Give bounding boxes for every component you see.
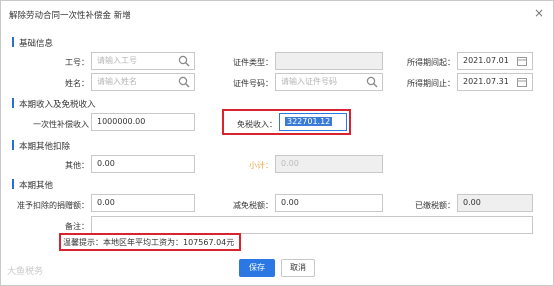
other-deduct-label: 其他： <box>65 161 89 170</box>
id-no-label: 证件号码： <box>233 79 273 88</box>
name-label: 姓名： <box>65 79 89 88</box>
average-wage-tip: 温馨提示：本地区年平均工资为：107567.04元 <box>63 238 235 247</box>
close-icon[interactable]: × <box>533 7 545 19</box>
dialog: 解除劳动合同一次性补偿金 新增 × 基础信息 工号： 请输入工号 证件类型： 所… <box>0 0 554 286</box>
name-field[interactable]: 请输入姓名 <box>91 73 195 91</box>
section-marker <box>12 179 14 189</box>
period-start-value: 2021.07.01 <box>463 56 509 65</box>
section-income-title: 本期收入及免税收入 <box>19 100 96 110</box>
id-type-field[interactable] <box>275 52 383 70</box>
other-deduct-field[interactable]: 0.00 <box>91 155 195 173</box>
name-placeholder: 请输入姓名 <box>97 77 137 86</box>
emp-no-field[interactable]: 请输入工号 <box>91 52 195 70</box>
section-other-deduct-title: 本期其他扣除 <box>19 142 71 152</box>
exempt-income-value: 322701.12 <box>285 117 333 126</box>
period-end-field[interactable]: 2021.07.31 <box>457 73 533 91</box>
tax-reduce-field[interactable]: 0.00 <box>275 194 383 212</box>
calendar-icon[interactable] <box>516 76 528 88</box>
search-icon[interactable] <box>178 55 190 67</box>
section-income: 本期收入及免税收入 <box>12 98 96 110</box>
section-marker <box>12 37 14 47</box>
cancel-button[interactable]: 取消 <box>281 259 315 277</box>
section-marker <box>12 98 14 108</box>
calendar-icon[interactable] <box>516 55 528 67</box>
section-other: 本期其他 <box>12 179 54 191</box>
section-other-title: 本期其他 <box>19 181 54 191</box>
exempt-income-field[interactable]: 322701.12 <box>279 113 347 131</box>
section-other-deduct: 本期其他扣除 <box>12 140 71 152</box>
id-no-field[interactable]: 请输入证件号码 <box>275 73 383 91</box>
period-start-label: 所得期间起： <box>407 58 455 67</box>
period-start-field[interactable]: 2021.07.01 <box>457 52 533 70</box>
save-button[interactable]: 保存 <box>239 259 275 277</box>
donation-field[interactable]: 0.00 <box>91 194 195 212</box>
section-marker <box>12 140 14 150</box>
section-basic: 基础信息 <box>12 37 54 49</box>
period-end-label: 所得期间止： <box>407 79 455 88</box>
tax-reduce-label: 减免税额： <box>233 201 273 210</box>
comp-income-label: 一次性补偿收入 <box>33 120 89 129</box>
paid-tax-label: 已缴税额： <box>415 201 455 210</box>
subtotal-label: 小计： <box>249 161 273 170</box>
dialog-titlebar: 解除劳动合同一次性补偿金 新增 × <box>1 1 553 27</box>
period-end-value: 2021.07.31 <box>463 77 509 86</box>
comp-income-field[interactable]: 1000000.00 <box>91 113 195 131</box>
id-no-placeholder: 请输入证件号码 <box>281 77 337 86</box>
search-icon[interactable] <box>178 76 190 88</box>
subtotal-field: 0.00 <box>275 155 383 173</box>
emp-no-placeholder: 请输入工号 <box>97 56 137 65</box>
id-type-label: 证件类型： <box>233 58 273 67</box>
search-icon[interactable] <box>366 76 378 88</box>
dialog-title: 解除劳动合同一次性补偿金 新增 <box>9 11 131 21</box>
exempt-income-label: 免税收入： <box>237 120 277 129</box>
remark-label: 备注： <box>65 222 89 231</box>
remark-field[interactable] <box>91 216 533 234</box>
donation-label: 准予扣除的捐赠额： <box>17 201 89 210</box>
watermark: 大鱼税务 <box>7 267 44 277</box>
emp-no-label: 工号： <box>65 58 89 67</box>
section-basic-title: 基础信息 <box>19 39 54 49</box>
paid-tax-field: 0.00 <box>457 194 533 212</box>
